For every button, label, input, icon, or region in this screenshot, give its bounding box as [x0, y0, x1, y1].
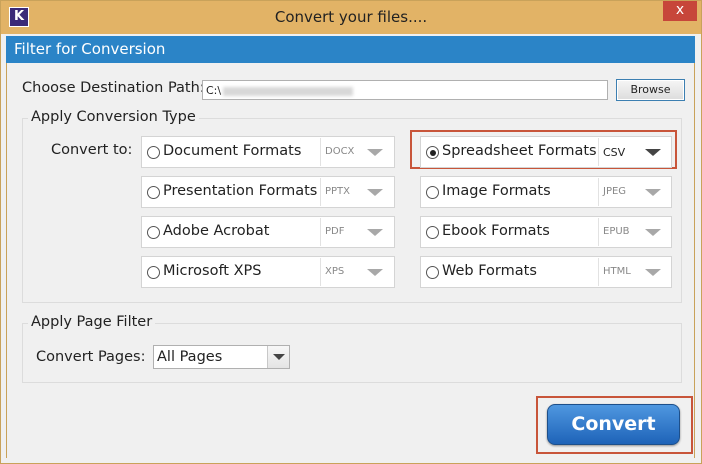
option-label: Adobe Acrobat [163, 223, 270, 239]
section-header: Filter for Conversion [6, 36, 695, 63]
window-title: Convert your files.... [274, 8, 428, 26]
option-label: Microsoft XPS [163, 263, 262, 279]
option-label: Web Formats [442, 263, 537, 279]
option-spreadsheet-formats[interactable]: Spreadsheet Formats CSV [420, 136, 672, 168]
option-presentation-formats[interactable]: Presentation Formats PPTX [141, 176, 395, 208]
format-select-web[interactable]: HTML [598, 258, 670, 286]
page-filter-title: Apply Page Filter [28, 314, 156, 330]
option-label: Image Formats [442, 183, 551, 199]
chevron-down-icon [367, 269, 383, 276]
format-select-acrobat[interactable]: PDF [320, 218, 392, 246]
chevron-down-icon [645, 149, 661, 156]
option-adobe-acrobat[interactable]: Adobe Acrobat PDF [141, 216, 395, 248]
section-header-title: Filter for Conversion [14, 40, 166, 58]
format-value: JPEG [603, 186, 627, 197]
destination-path-value: C:\ [206, 84, 222, 97]
option-ebook-formats[interactable]: Ebook Formats EPUB [420, 216, 672, 248]
destination-label: Choose Destination Path: [22, 80, 205, 96]
convert-pages-label: Convert Pages: [36, 349, 146, 365]
dialog-body: Choose Destination Path: C:\ Browse Appl… [6, 63, 695, 458]
format-value: PPTX [325, 186, 351, 197]
radio-document-formats[interactable] [147, 146, 160, 159]
redacted-path [223, 86, 354, 96]
format-value: XPS [325, 266, 345, 277]
chevron-down-icon[interactable] [267, 346, 289, 368]
converter-window: K Convert your files.... x Filter for Co… [0, 0, 702, 464]
option-image-formats[interactable]: Image Formats JPEG [420, 176, 672, 208]
radio-adobe-acrobat[interactable] [147, 226, 160, 239]
convert-button[interactable]: Convert [547, 404, 680, 445]
option-web-formats[interactable]: Web Formats HTML [420, 256, 672, 288]
format-select-xps[interactable]: XPS [320, 258, 392, 286]
option-label: Spreadsheet Formats [442, 143, 597, 159]
format-value: DOCX [325, 146, 355, 157]
option-document-formats[interactable]: Document Formats DOCX [141, 136, 395, 168]
option-microsoft-xps[interactable]: Microsoft XPS XPS [141, 256, 395, 288]
option-label: Document Formats [163, 143, 302, 159]
format-value: HTML [603, 266, 631, 277]
conversion-type-group: Apply Conversion Type Convert to: Docume… [22, 109, 682, 303]
option-label: Presentation Formats [163, 183, 318, 199]
radio-spreadsheet-formats[interactable] [426, 146, 439, 159]
chevron-down-icon [367, 189, 383, 196]
title-bar: K Convert your files.... x [1, 1, 701, 34]
radio-web-formats[interactable] [426, 266, 439, 279]
format-select-presentation[interactable]: PPTX [320, 178, 392, 206]
option-label: Ebook Formats [442, 223, 550, 239]
format-value: PDF [325, 226, 345, 237]
convert-to-label: Convert to: [51, 142, 133, 158]
format-select-ebook[interactable]: EPUB [598, 218, 670, 246]
chevron-down-icon [645, 189, 661, 196]
destination-path-input[interactable]: C:\ [202, 80, 608, 100]
radio-image-formats[interactable] [426, 186, 439, 199]
format-value: EPUB [603, 226, 630, 237]
convert-pages-value: All Pages [157, 349, 223, 365]
close-button[interactable]: x [663, 1, 697, 21]
format-value: CSV [603, 146, 626, 159]
radio-presentation-formats[interactable] [147, 186, 160, 199]
convert-pages-select[interactable]: All Pages [153, 345, 290, 369]
format-select-image[interactable]: JPEG [598, 178, 670, 206]
format-select-spreadsheet[interactable]: CSV [598, 138, 670, 166]
chevron-down-icon [645, 269, 661, 276]
chevron-down-icon [367, 229, 383, 236]
chevron-down-icon [367, 149, 383, 156]
conversion-type-title: Apply Conversion Type [28, 109, 199, 125]
chevron-down-icon [645, 229, 661, 236]
format-select-document[interactable]: DOCX [320, 138, 392, 166]
radio-microsoft-xps[interactable] [147, 266, 160, 279]
browse-button[interactable]: Browse [616, 79, 685, 101]
radio-ebook-formats[interactable] [426, 226, 439, 239]
